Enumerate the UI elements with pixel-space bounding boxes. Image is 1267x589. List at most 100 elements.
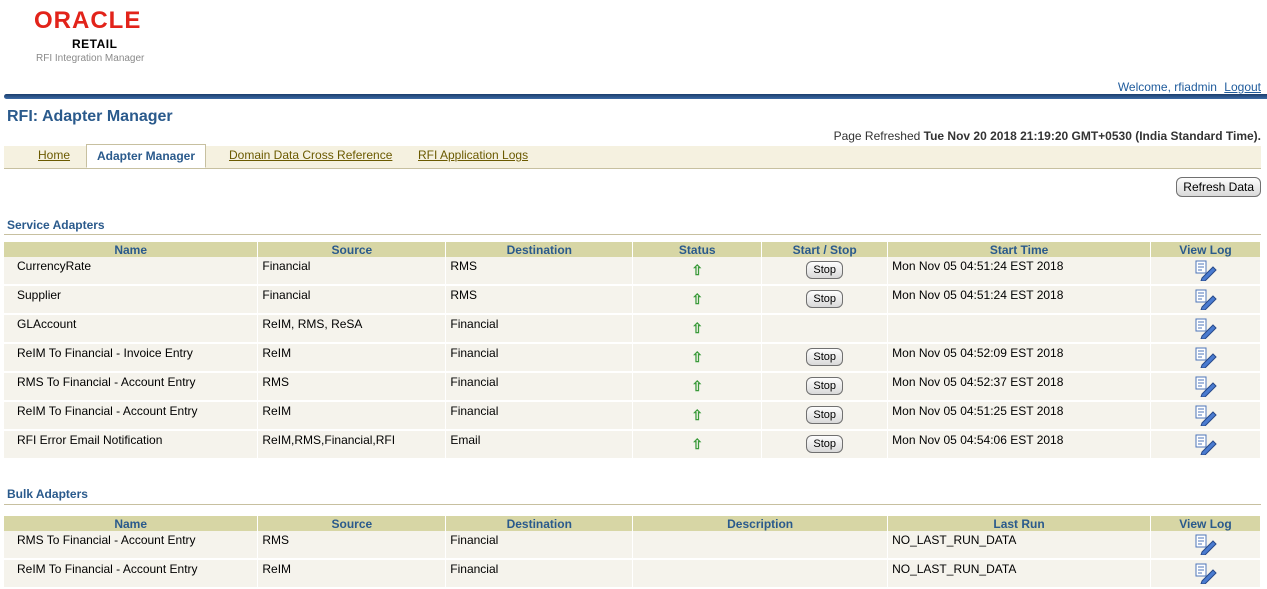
table-row: ReIM To Financial - Account Entry ReIM Fin… (4, 401, 1261, 431)
up-arrow-icon: ⇧ (691, 320, 704, 336)
tab-domain-data-cross-reference[interactable]: Domain Data Cross Reference (229, 148, 392, 162)
stop-button[interactable]: Stop (806, 435, 843, 453)
adapter-name: ReIM To Financial - Account Entry (4, 401, 259, 431)
start-time: Mon Nov 05 04:52:37 EST 2018 (887, 372, 1152, 402)
adapter-source: RMS (257, 372, 447, 402)
page-refreshed: Page Refreshed Tue Nov 20 2018 21:19:20 … (834, 129, 1261, 143)
adapter-source: RMS (257, 531, 447, 560)
table-row: GLAccount ReIM, RMS, ReSA Financial ⇧ (4, 314, 1261, 344)
last-run: NO_LAST_RUN_DATA (887, 559, 1151, 589)
status-cell: ⇧ (632, 372, 763, 402)
up-arrow-icon: ⇧ (691, 262, 704, 278)
adapter-destination: Financial (445, 559, 634, 589)
adapter-name: Supplier (4, 285, 259, 315)
view-log-cell (1150, 343, 1261, 373)
column-header: Source (257, 516, 447, 531)
start-stop-cell: Stop (761, 401, 889, 431)
adapter-source: ReIM, RMS, ReSA (257, 314, 447, 344)
start-time: Mon Nov 05 04:51:24 EST 2018 (887, 285, 1152, 315)
stop-button[interactable]: Stop (806, 261, 843, 279)
column-header: Status (632, 242, 763, 257)
column-header: Start Time (887, 242, 1152, 257)
tab-bar: Home Adapter Manager Domain Data Cross R… (4, 144, 1261, 169)
view-log-cell (1150, 531, 1261, 560)
stop-button[interactable]: Stop (806, 348, 843, 366)
page-title: RFI: Adapter Manager (7, 108, 173, 125)
product-name: RFI Integration Manager (36, 53, 145, 64)
column-header: Destination (445, 242, 634, 257)
up-arrow-icon: ⇧ (691, 349, 704, 365)
table-row: ReIM To Financial - Account Entry ReIM Fin… (4, 559, 1261, 589)
view-log-icon[interactable] (1193, 434, 1219, 458)
stop-button[interactable]: Stop (806, 290, 843, 308)
adapter-destination: RMS (445, 257, 634, 286)
status-cell: ⇧ (632, 343, 763, 373)
view-log-icon[interactable] (1193, 405, 1219, 429)
view-log-icon[interactable] (1193, 260, 1219, 284)
adapter-name: ReIM To Financial - Account Entry (4, 559, 259, 589)
column-header: View Log (1150, 516, 1261, 531)
bulk-adapters-title: Bulk Adapters (7, 487, 88, 501)
section-divider (4, 504, 1261, 505)
view-log-cell (1150, 372, 1261, 402)
service-adapters-title: Service Adapters (7, 218, 105, 232)
oracle-wordmark: ORACLE (34, 7, 142, 34)
adapter-destination: Financial (445, 314, 634, 344)
logout-link[interactable]: Logout (1224, 80, 1261, 94)
adapter-source: ReIM,RMS,Financial,RFI (257, 430, 447, 460)
stop-button[interactable]: Stop (806, 377, 843, 395)
adapter-source: Financial (257, 257, 447, 286)
welcome-area: Welcome, rfiadmin Logout (1118, 80, 1261, 94)
start-stop-cell: Stop (761, 257, 889, 286)
start-time: Mon Nov 05 04:51:25 EST 2018 (887, 401, 1152, 431)
start-time: Mon Nov 05 04:51:24 EST 2018 (887, 257, 1152, 286)
column-header: Name (4, 242, 259, 257)
view-log-cell (1150, 430, 1261, 460)
table-row: RFI Error Email Notification ReIM,RMS,Fin… (4, 430, 1261, 460)
view-log-cell (1150, 285, 1261, 315)
tab-adapter-manager[interactable]: Adapter Manager (86, 144, 207, 168)
up-arrow-icon: ⇧ (691, 378, 704, 394)
table-header-row: Name Source Destination Description Last… (4, 516, 1261, 531)
column-header: Last Run (887, 516, 1151, 531)
column-header: Description (632, 516, 889, 531)
adapter-source: ReIM (257, 401, 447, 431)
up-arrow-icon: ⇧ (691, 291, 704, 307)
table-header-row: Name Source Destination Status Start / S… (4, 242, 1261, 257)
view-log-icon[interactable] (1193, 289, 1219, 313)
view-log-icon[interactable] (1193, 376, 1219, 400)
view-log-icon[interactable] (1193, 347, 1219, 371)
start-time: Mon Nov 05 04:54:06 EST 2018 (887, 430, 1152, 460)
view-log-icon[interactable] (1193, 318, 1219, 342)
bulk-adapters-table: Name Source Destination Description Last… (4, 516, 1261, 589)
status-cell: ⇧ (632, 401, 763, 431)
adapter-name: ReIM To Financial - Invoice Entry (4, 343, 259, 373)
service-adapters-table: Name Source Destination Status Start / S… (4, 242, 1261, 460)
adapter-source: ReIM (257, 559, 447, 589)
table-row: RMS To Financial - Account Entry RMS Finan… (4, 531, 1261, 560)
column-header: Name (4, 516, 259, 531)
up-arrow-icon: ⇧ (691, 407, 704, 423)
status-cell: ⇧ (632, 430, 763, 460)
adapter-destination: Financial (445, 343, 634, 373)
adapter-description (632, 531, 889, 560)
table-row: Supplier Financial RMS ⇧ Stop Mon Nov 05 04:5… (4, 285, 1261, 315)
stop-button[interactable]: Stop (806, 406, 843, 424)
start-stop-cell: Stop (761, 285, 889, 315)
view-log-icon[interactable] (1193, 534, 1219, 558)
start-stop-cell (761, 314, 889, 344)
adapter-source: Financial (257, 285, 447, 315)
section-divider (4, 234, 1261, 235)
adapter-source: ReIM (257, 343, 447, 373)
tab-rfi-application-logs[interactable]: RFI Application Logs (418, 148, 528, 162)
status-cell: ⇧ (632, 257, 763, 286)
last-run: NO_LAST_RUN_DATA (887, 531, 1151, 560)
welcome-text: Welcome, rfiadmin (1117, 80, 1217, 94)
view-log-icon[interactable] (1193, 563, 1219, 587)
adapter-description (632, 559, 889, 589)
refresh-data-button[interactable]: Refresh Data (1176, 177, 1261, 197)
refreshed-label: Page Refreshed (833, 129, 921, 143)
refreshed-value: Tue Nov 20 2018 21:19:20 GMT+0530 (India… (923, 129, 1261, 143)
up-arrow-icon: ⇧ (691, 436, 704, 452)
tab-home[interactable]: Home (38, 148, 70, 162)
